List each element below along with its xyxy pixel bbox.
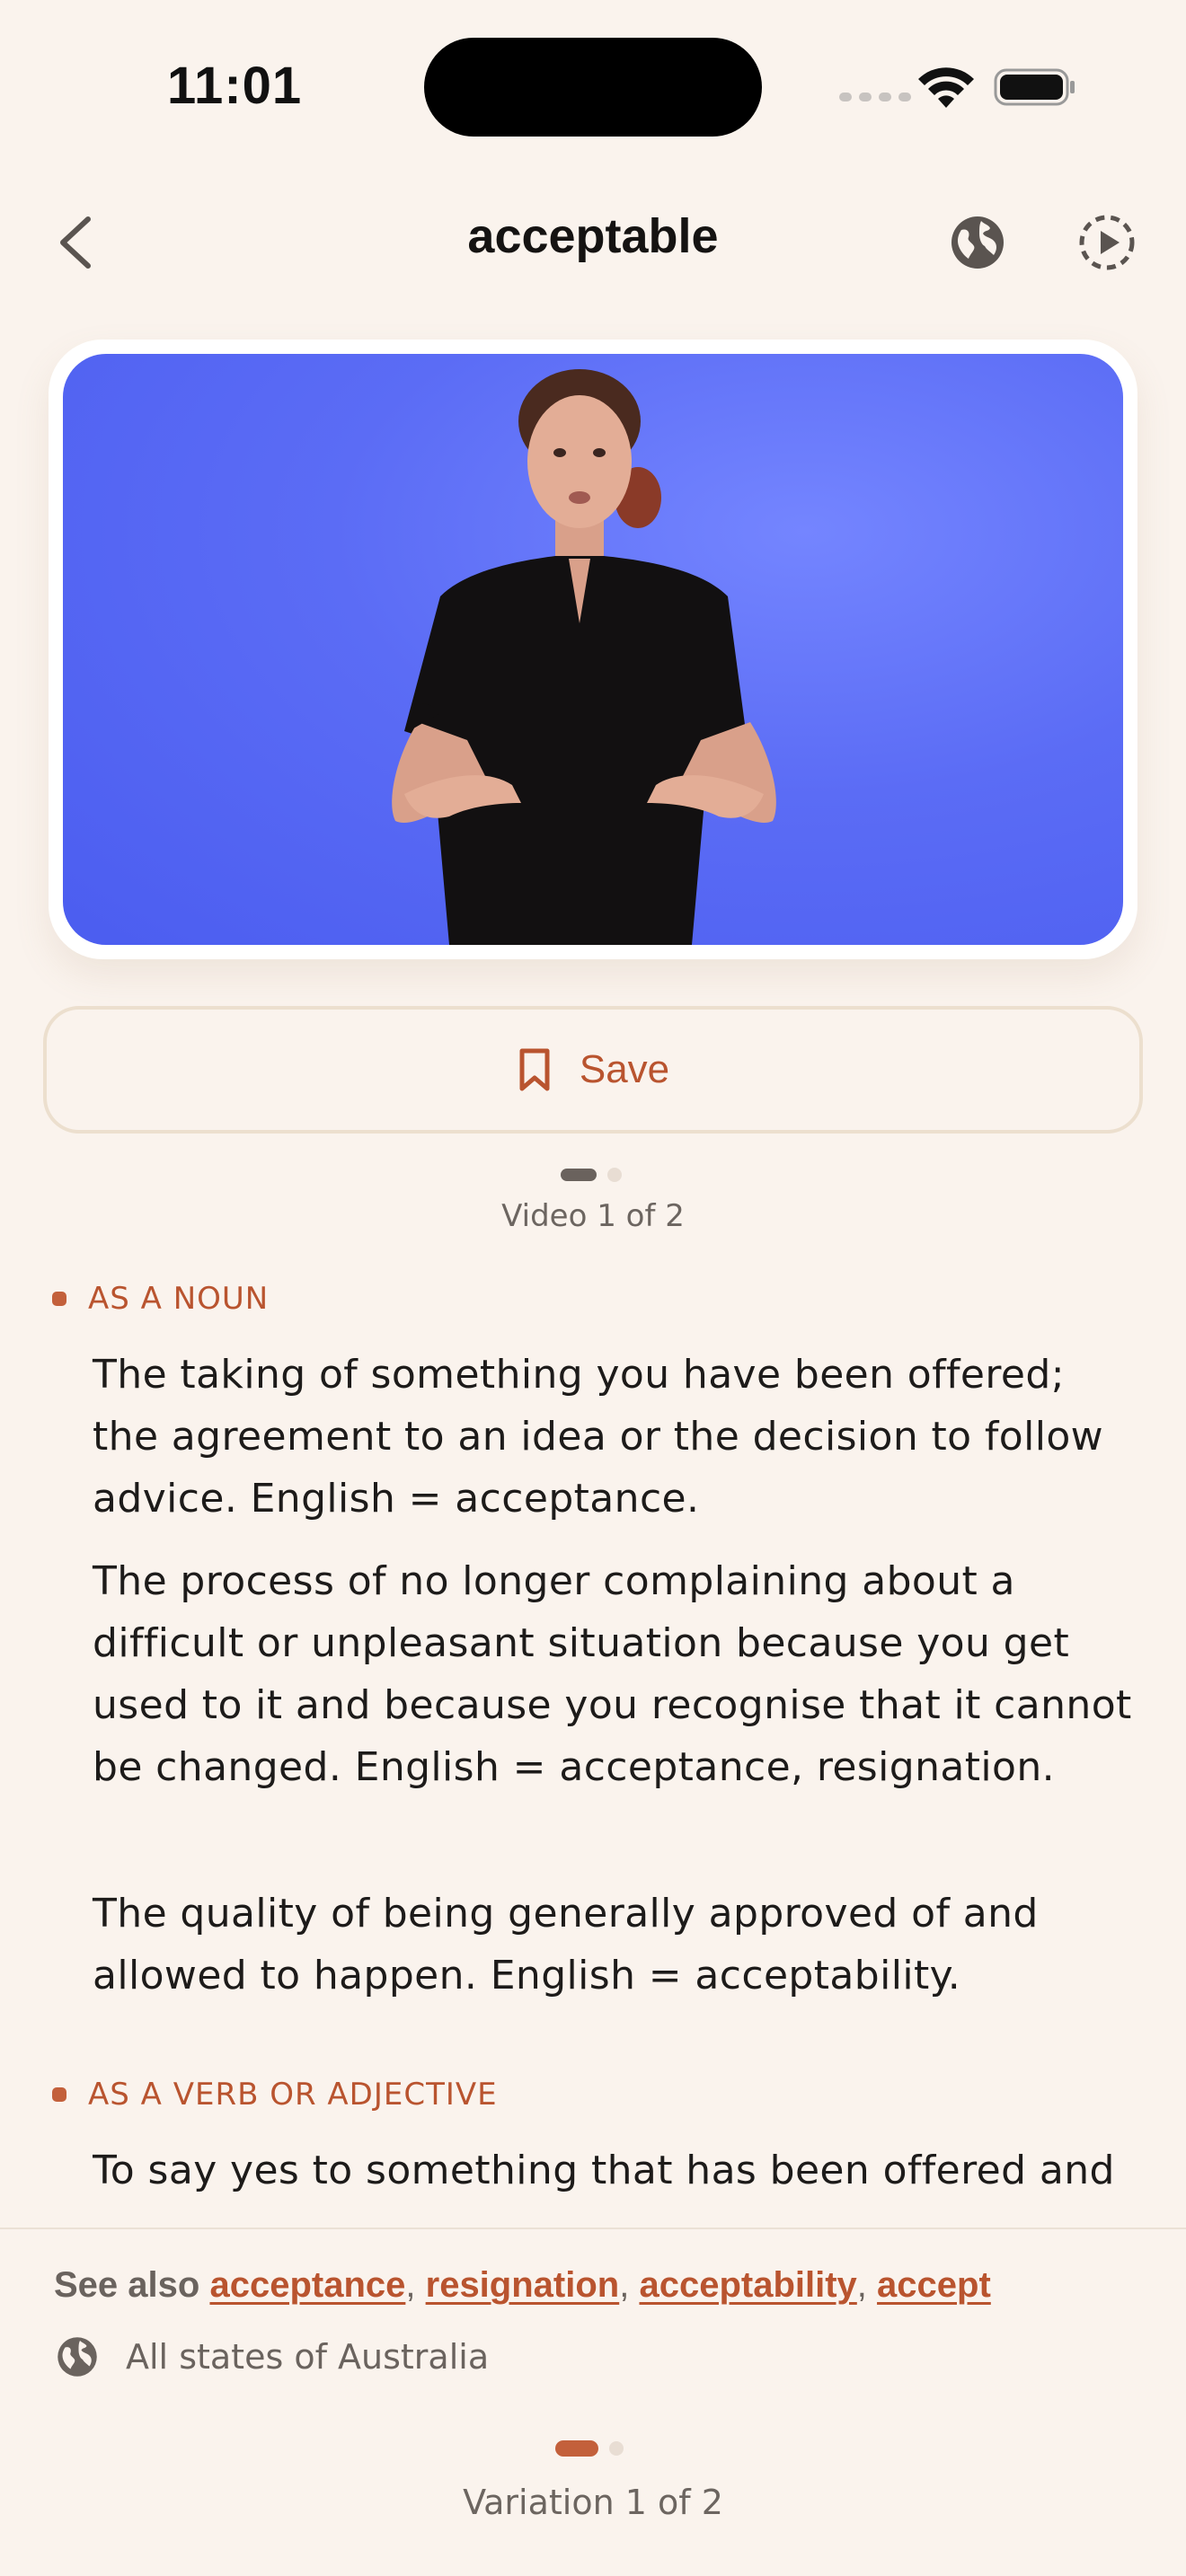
chevron-left-icon[interactable] <box>54 214 99 271</box>
bullet <box>52 1292 66 1306</box>
video-dot-active[interactable] <box>561 1169 597 1181</box>
status-time: 11:01 <box>167 57 303 115</box>
signer-figure <box>392 369 776 945</box>
video-pager-dots[interactable] <box>561 1168 622 1182</box>
bookmark-icon <box>519 1048 550 1091</box>
region-label: All states of Australia <box>126 2337 490 2377</box>
video-pager-label: Video 1 of 2 <box>501 1198 685 1234</box>
see-also-link-acceptance[interactable]: acceptance <box>209 2265 405 2305</box>
cellular-signal-icon <box>839 93 911 101</box>
slow-motion-play-icon[interactable] <box>1078 214 1136 271</box>
globe-icon <box>58 2337 97 2377</box>
battery-icon <box>994 68 1075 106</box>
divider <box>0 2228 1186 2229</box>
definition: The quality of being generally approved … <box>93 1891 1039 1998</box>
save-label: Save <box>579 1047 670 1091</box>
see-also-link-acceptability[interactable]: acceptability <box>639 2265 856 2305</box>
see-also-label: See also <box>54 2265 200 2305</box>
page-title: acceptable <box>467 209 719 263</box>
variation-dot-active[interactable] <box>555 2440 598 2457</box>
definition: To say yes to something that has been of… <box>93 2148 1115 2193</box>
save-button[interactable]: Save <box>43 1006 1143 1134</box>
see-also-link-accept[interactable]: accept <box>877 2265 991 2305</box>
section-heading-noun: AS A NOUN <box>52 1281 269 1317</box>
status-bar: 11:01 <box>0 0 1186 171</box>
wifi-icon <box>918 67 974 108</box>
region-info: All states of Australia <box>56 2335 489 2378</box>
video-card <box>49 340 1137 959</box>
dynamic-island <box>424 38 762 137</box>
see-also: See also acceptance, resignation, accept… <box>54 2265 991 2305</box>
definition: The taking of something you have been of… <box>93 1352 1104 1522</box>
variation-pager-label: Variation 1 of 2 <box>463 2483 723 2522</box>
video-dot[interactable] <box>607 1168 622 1182</box>
bullet <box>52 2087 66 2102</box>
definition: The process of no longer complaining abo… <box>93 1558 1132 1790</box>
variation-pager-dots[interactable] <box>555 2440 624 2457</box>
see-also-link-resignation[interactable]: resignation <box>426 2265 620 2305</box>
sign-video[interactable] <box>63 354 1123 945</box>
globe-icon[interactable] <box>949 214 1006 271</box>
section-heading-verb: AS A VERB OR ADJECTIVE <box>52 2077 498 2113</box>
variation-dot[interactable] <box>609 2441 624 2456</box>
